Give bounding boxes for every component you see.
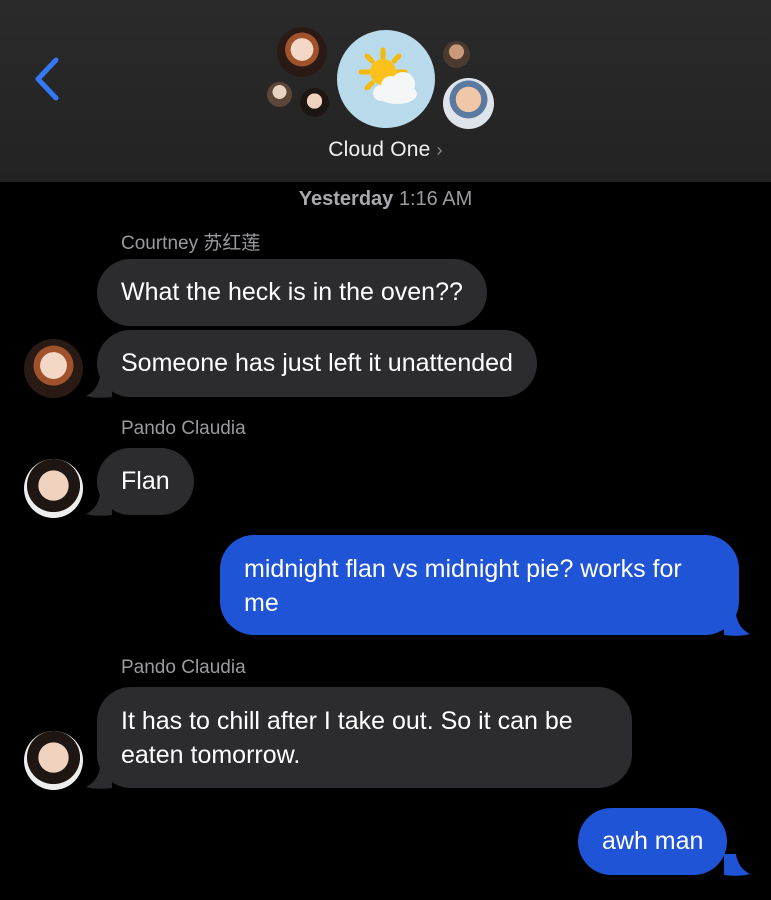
timestamp-time: 1:16 AM	[398, 188, 473, 210]
bubble-tail	[86, 494, 112, 516]
chevron-right-icon: ›	[436, 140, 443, 160]
message-bubble[interactable]: Someone has just left it unattended	[97, 330, 537, 397]
participant-avatar[interactable]	[277, 27, 327, 77]
message-text: What the heck is in the oven??	[121, 278, 463, 306]
bubble-tail	[724, 614, 750, 636]
message-text: Flan	[121, 467, 170, 495]
participant-avatar[interactable]	[443, 41, 470, 68]
message-bubble[interactable]: midnight flan vs midnight pie? works for…	[220, 535, 739, 635]
conversation-header: Cloud One ›	[0, 0, 771, 182]
bubble-tail	[86, 767, 112, 789]
sender-name: Pando Claudia	[121, 418, 246, 439]
message-text: Someone has just left it unattended	[121, 349, 513, 377]
sun-behind-cloud-icon	[358, 47, 417, 104]
conversation-timestamp: Yesterday 1:16 AM	[0, 188, 771, 211]
sender-avatar[interactable]	[24, 459, 83, 518]
message-bubble[interactable]: awh man	[578, 808, 728, 875]
bubble-tail	[86, 376, 112, 398]
group-name: Cloud One	[328, 138, 431, 161]
sender-avatar[interactable]	[24, 339, 83, 398]
group-avatar[interactable]	[337, 30, 435, 128]
message-bubble[interactable]: It has to chill after I take out. So it …	[97, 687, 632, 788]
sender-name: Pando Claudia	[121, 657, 246, 678]
participant-avatar[interactable]	[267, 82, 292, 107]
sender-name: Courtney 苏红莲	[121, 233, 261, 254]
timestamp-day: Yesterday	[298, 188, 394, 210]
group-title[interactable]: Cloud One ›	[0, 138, 771, 162]
bubble-tail	[724, 854, 750, 876]
chevron-left-icon[interactable]	[26, 54, 66, 104]
participant-avatar[interactable]	[443, 78, 494, 129]
message-text: It has to chill after I take out. So it …	[121, 707, 573, 769]
sender-avatar[interactable]	[24, 731, 83, 790]
message-text: awh man	[602, 827, 704, 855]
message-bubble[interactable]: What the heck is in the oven??	[97, 259, 487, 326]
participant-avatar[interactable]	[300, 88, 329, 117]
message-text: midnight flan vs midnight pie? works for…	[244, 555, 682, 617]
